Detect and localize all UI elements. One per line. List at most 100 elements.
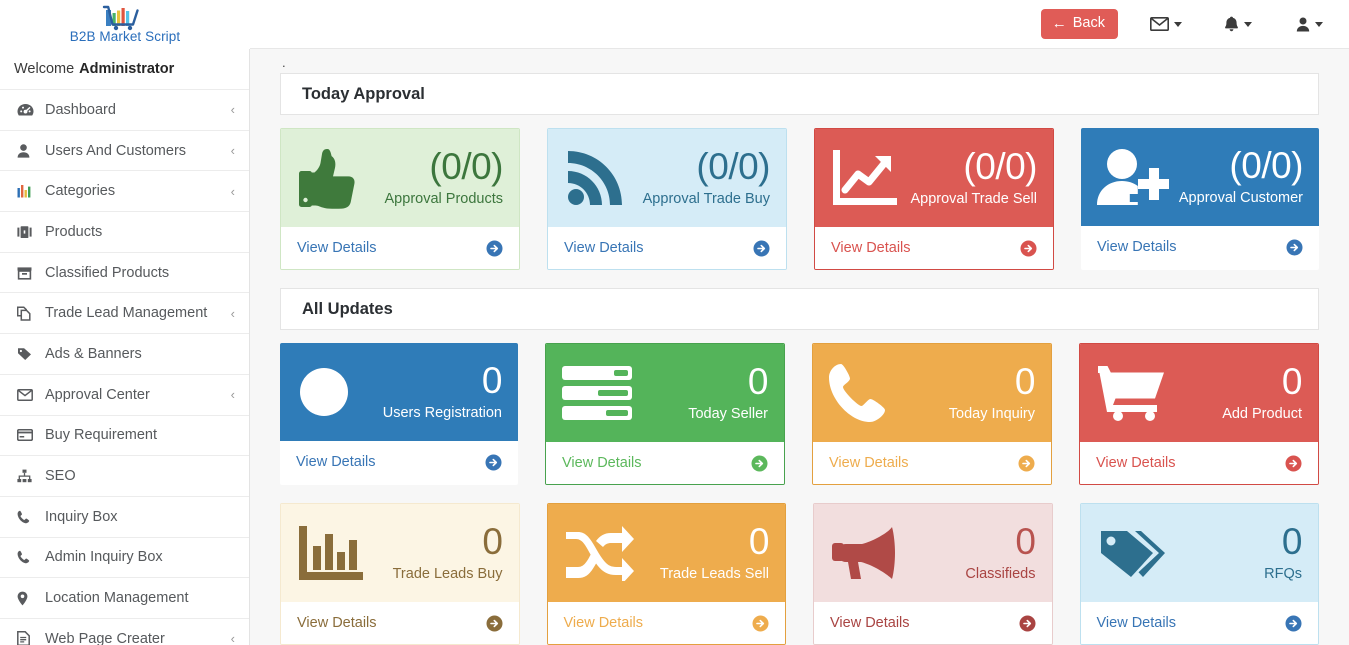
stat-card-body: (0/0) Approval Customer	[1081, 128, 1319, 226]
back-button-label: Back	[1072, 15, 1105, 32]
rss-icon	[564, 147, 636, 209]
stat-card-body: 0 Trade Leads Sell	[547, 504, 785, 602]
view-details-link[interactable]: View Details	[1080, 442, 1318, 484]
stat-card-title: RFQs	[1264, 565, 1302, 582]
sidebar-item-classified-products[interactable]: Classified Products	[0, 252, 249, 294]
shopping-cart-icon	[1096, 365, 1168, 421]
stat-card-approval-customer[interactable]: (0/0) Approval Customer View Details	[1081, 128, 1319, 270]
phone-icon	[17, 550, 36, 564]
stat-card-title: Approval Customer	[1178, 189, 1303, 206]
view-details-label: View Details	[831, 240, 911, 256]
welcome-banner: Welcome Administrator	[0, 49, 249, 90]
view-details-link[interactable]: View Details	[547, 602, 785, 644]
stat-card-text: (0/0) Approval Customer	[1178, 145, 1304, 209]
stat-card-users-registration[interactable]: 0 Users Registration View Details	[280, 343, 518, 485]
sidebar-item-categories[interactable]: Categories ‹	[0, 171, 249, 213]
view-details-label: View Details	[1097, 239, 1177, 255]
stat-card-body: 0 RFQs	[1080, 504, 1318, 602]
user-account-dropdown[interactable]	[1286, 11, 1333, 38]
stat-card-rfqs[interactable]: 0 RFQs View Details	[1079, 503, 1319, 645]
bullhorn-icon	[830, 525, 902, 581]
stat-card-text: 0 Add Product	[1222, 360, 1303, 425]
sidebar-item-users-and-customers[interactable]: Users And Customers ‹	[0, 130, 249, 172]
all-updates-card-row: 0 Users Registration View Details 0 Toda…	[280, 343, 1319, 485]
brand-logo-block[interactable]: B2B Market Script	[0, 0, 250, 49]
stat-card-count: 0	[1281, 360, 1303, 402]
copy-files-icon	[17, 306, 36, 321]
view-details-link[interactable]: View Details	[548, 227, 786, 269]
sidebar-item-admin-inquiry-box[interactable]: Admin Inquiry Box	[0, 537, 249, 579]
stat-card-text: 0 Users Registration	[382, 359, 503, 424]
stat-card-body: 0 Trade Leads Buy	[281, 504, 519, 602]
view-details-label: View Details	[297, 240, 377, 256]
stat-card-classifieds[interactable]: 0 Classifieds View Details	[813, 503, 1053, 645]
stat-card-title: Classifieds	[965, 565, 1036, 582]
view-details-link[interactable]: View Details	[815, 227, 1053, 269]
stat-card-trade-leads-sell[interactable]: 0 Trade Leads Sell View Details	[546, 503, 786, 645]
stat-card-text: 0 Today Seller	[688, 361, 768, 425]
arrow-right-circle-icon	[486, 615, 503, 632]
envelope-icon	[17, 388, 36, 401]
arrow-right-circle-icon	[1020, 240, 1037, 257]
map-marker-icon	[17, 591, 36, 606]
sidebar-item-web-page-creater[interactable]: Web Page Creater ‹	[0, 618, 249, 645]
view-details-link[interactable]: View Details	[813, 442, 1051, 484]
stat-card-title: Trade Leads Buy	[392, 565, 503, 582]
view-details-link[interactable]: View Details	[280, 441, 518, 483]
notifications-dropdown[interactable]	[1214, 10, 1262, 38]
sidebar-item-inquiry-box[interactable]: Inquiry Box	[0, 496, 249, 538]
chevron-left-icon: ‹	[230, 102, 235, 118]
sidebar-item-label: Inquiry Box	[45, 508, 118, 525]
stat-card-today-inquiry[interactable]: 0 Today Inquiry View Details	[812, 343, 1052, 485]
stat-card-count: 0	[482, 520, 503, 562]
thumbs-up-icon	[297, 147, 369, 209]
arrow-right-circle-icon	[1018, 455, 1035, 472]
credit-card-icon	[17, 429, 36, 442]
stat-card-title: Approval Trade Buy	[642, 190, 770, 207]
sidebar-item-list: Dashboard ‹ Users And Customers ‹ Categories…	[0, 90, 249, 645]
view-details-link[interactable]: View Details	[281, 602, 519, 644]
user-icon	[17, 143, 36, 158]
stat-card-approval-products[interactable]: (0/0) Approval Products View Details	[280, 128, 520, 270]
today-approval-card-row: (0/0) Approval Products View Details (0/…	[280, 128, 1319, 270]
stat-card-approval-trade-sell[interactable]: (0/0) Approval Trade Sell View Details	[814, 128, 1054, 270]
stat-card-body: 0 Classifieds	[814, 504, 1052, 602]
sidebar-item-trade-lead-management[interactable]: Trade Lead Management ‹	[0, 293, 249, 335]
chevron-left-icon: ‹	[230, 305, 235, 321]
view-details-link[interactable]: View Details	[546, 442, 784, 484]
stat-card-body: (0/0) Approval Trade Buy	[548, 129, 786, 227]
stat-card-today-seller[interactable]: 0 Today Seller View Details	[545, 343, 785, 485]
view-details-link[interactable]: View Details	[281, 227, 519, 269]
stat-card-count: 0	[481, 359, 503, 401]
sidebar-item-seo[interactable]: SEO	[0, 456, 249, 497]
view-details-link[interactable]: View Details	[1081, 226, 1319, 268]
view-details-label: View Details	[829, 455, 909, 471]
chevron-left-icon: ‹	[230, 143, 235, 159]
sidebar-item-label: Classified Products	[45, 264, 170, 281]
sidebar-item-location-management[interactable]: Location Management	[0, 578, 249, 619]
sidebar-item-dashboard[interactable]: Dashboard ‹	[0, 90, 249, 131]
view-details-label: View Details	[830, 615, 910, 631]
back-button[interactable]: ← Back	[1040, 9, 1118, 39]
sidebar-item-label: Admin Inquiry Box	[45, 549, 163, 566]
view-details-label: View Details	[296, 454, 376, 470]
messages-dropdown[interactable]	[1140, 11, 1192, 37]
arrow-right-circle-icon	[1285, 615, 1302, 632]
view-details-link[interactable]: View Details	[814, 602, 1052, 644]
stat-card-add-product[interactable]: 0 Add Product View Details	[1079, 343, 1319, 485]
stat-card-approval-trade-buy[interactable]: (0/0) Approval Trade Buy View Details	[547, 128, 787, 270]
stat-card-title: Users Registration	[382, 404, 502, 421]
arrow-right-circle-icon	[751, 455, 768, 472]
sidebar-item-approval-center[interactable]: Approval Center ‹	[0, 374, 249, 416]
view-details-label: View Details	[1096, 455, 1176, 471]
sidebar-item-buy-requirement[interactable]: Buy Requirement	[0, 415, 249, 457]
stat-card-trade-leads-buy[interactable]: 0 Trade Leads Buy View Details	[280, 503, 520, 645]
sidebar-item-products[interactable]: Products	[0, 212, 249, 253]
sidebar-item-ads-banners[interactable]: Ads & Banners	[0, 334, 249, 375]
sidebar-item-label: Products	[45, 223, 103, 240]
view-details-link[interactable]: View Details	[1080, 602, 1318, 644]
stat-card-title: Approval Products	[384, 190, 503, 207]
view-details-label: View Details	[1096, 615, 1177, 631]
archive-box-icon	[17, 266, 36, 280]
breadcrumb: .	[282, 55, 286, 70]
